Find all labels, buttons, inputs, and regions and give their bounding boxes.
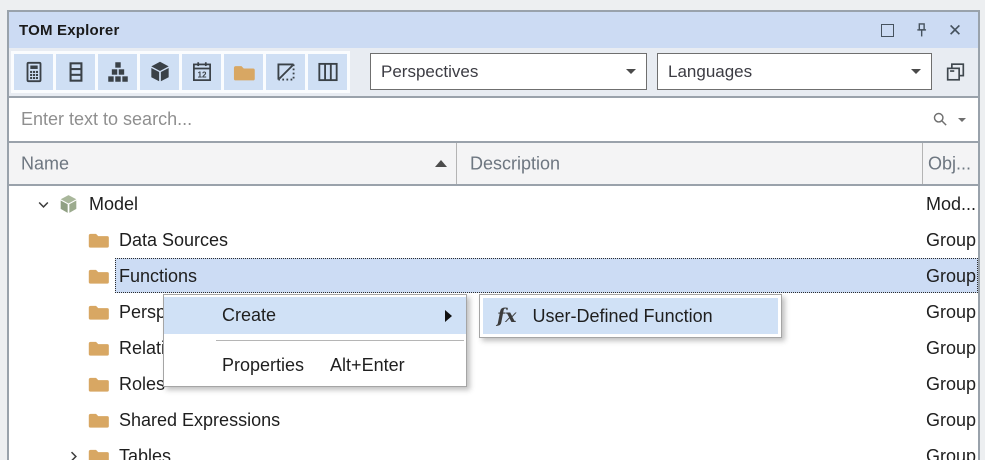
column-header-description[interactable]: Description bbox=[470, 153, 560, 174]
tree-row-shared-expressions[interactable]: Shared Expressions Group bbox=[9, 402, 978, 438]
column-resize-handle[interactable] bbox=[456, 143, 457, 184]
table-rows-icon bbox=[63, 59, 89, 85]
folder-icon bbox=[85, 263, 111, 289]
svg-text:12: 12 bbox=[197, 71, 207, 80]
menu-item-shortcut: Alt+Enter bbox=[330, 355, 405, 376]
toggle-perspectives-button[interactable] bbox=[266, 54, 305, 90]
column-resize-handle[interactable] bbox=[922, 143, 923, 184]
tree-row-label: Data Sources bbox=[119, 230, 228, 251]
column-header-name[interactable]: Name bbox=[21, 153, 69, 174]
tree-row-tables[interactable]: Tables Group bbox=[9, 438, 978, 460]
toggle-columns-list-button[interactable] bbox=[56, 54, 95, 90]
folder-icon bbox=[85, 407, 111, 433]
folder-icon bbox=[230, 59, 257, 86]
fx-icon: fx bbox=[497, 305, 517, 327]
window-title: TOM Explorer bbox=[19, 22, 119, 39]
toggle-kpis-button[interactable] bbox=[140, 54, 179, 90]
object-type-cell: Group bbox=[926, 446, 976, 460]
hierarchy-icon bbox=[105, 59, 131, 85]
object-type-cell: Group bbox=[926, 230, 976, 251]
tree-row-label: Functions bbox=[119, 266, 197, 287]
search-actions[interactable] bbox=[930, 109, 978, 131]
tree-row-label: Tables bbox=[119, 446, 171, 460]
context-menu: Create Properties Alt+Enter bbox=[163, 294, 467, 387]
tree-row-label: Model bbox=[89, 194, 138, 215]
search-input[interactable] bbox=[9, 109, 930, 130]
folder-icon bbox=[85, 371, 111, 397]
toolbar-toggle-group: 12 bbox=[11, 51, 350, 93]
maximize-button[interactable] bbox=[874, 18, 900, 42]
languages-combo[interactable]: Languages bbox=[657, 53, 932, 90]
pin-button[interactable] bbox=[908, 18, 934, 42]
perspectives-combo-value: Perspectives bbox=[381, 62, 478, 82]
calculator-icon bbox=[21, 59, 47, 85]
object-type-cell: Group bbox=[926, 302, 976, 323]
model-cube-icon bbox=[55, 192, 81, 217]
toolbar: 12 Perspectives Languages bbox=[9, 48, 978, 96]
object-type-cell: Group bbox=[926, 266, 976, 287]
object-type-cell: Mod... bbox=[926, 194, 976, 215]
menu-separator bbox=[216, 340, 464, 341]
tom-explorer-screen: TOM Explorer ✕ bbox=[0, 0, 985, 460]
tree-row-roles[interactable]: Roles Group bbox=[9, 366, 978, 402]
tree-row-label: Roles bbox=[119, 374, 165, 395]
pin-icon bbox=[911, 20, 932, 41]
folder-icon bbox=[85, 299, 111, 325]
menu-item-create[interactable]: Create bbox=[164, 297, 466, 334]
create-submenu: fx User-Defined Function bbox=[479, 294, 782, 338]
tree-row-functions[interactable]: Functions Group bbox=[9, 258, 978, 294]
close-icon: ✕ bbox=[948, 22, 962, 39]
tree-row-label: Shared Expressions bbox=[119, 410, 280, 431]
languages-combo-value: Languages bbox=[668, 62, 752, 82]
collapse-all-icon bbox=[943, 60, 968, 85]
diagonal-crop-icon bbox=[273, 59, 299, 85]
menu-item-label: Properties bbox=[222, 355, 304, 376]
search-options-chevron-icon bbox=[958, 118, 966, 122]
object-type-cell: Group bbox=[926, 374, 976, 395]
menu-item-properties[interactable]: Properties Alt+Enter bbox=[164, 347, 466, 384]
menu-item-label: User-Defined Function bbox=[533, 306, 713, 327]
submenu-arrow-icon bbox=[445, 310, 452, 322]
maximize-icon bbox=[881, 24, 894, 37]
calendar-icon: 12 bbox=[189, 59, 215, 85]
toggle-partitions-button[interactable] bbox=[308, 54, 347, 90]
chevron-right-icon[interactable] bbox=[61, 447, 85, 460]
selection-highlight bbox=[115, 258, 978, 293]
chevron-down-icon bbox=[626, 69, 636, 74]
perspectives-combo[interactable]: Perspectives bbox=[370, 53, 647, 90]
object-type-cell: Group bbox=[926, 410, 976, 431]
columns-icon bbox=[315, 59, 341, 85]
object-type-cell: Group bbox=[926, 338, 976, 359]
toggle-measures-button[interactable] bbox=[14, 54, 53, 90]
folder-icon bbox=[85, 443, 111, 460]
collapse-all-button[interactable] bbox=[938, 56, 972, 88]
tom-explorer-window: TOM Explorer ✕ bbox=[7, 10, 980, 460]
sort-ascending-icon bbox=[435, 160, 447, 167]
search-bar bbox=[9, 96, 978, 141]
toggle-hierarchies-button[interactable] bbox=[98, 54, 137, 90]
toggle-display-folders-button[interactable] bbox=[224, 54, 263, 90]
close-button[interactable]: ✕ bbox=[942, 18, 968, 42]
folder-icon bbox=[85, 227, 111, 253]
search-icon bbox=[930, 109, 952, 131]
tree-row-model[interactable]: Model Mod... bbox=[9, 186, 978, 222]
chevron-down-icon bbox=[911, 69, 921, 74]
folder-icon bbox=[85, 335, 111, 361]
title-bar[interactable]: TOM Explorer ✕ bbox=[9, 12, 978, 48]
menu-item-user-defined-function[interactable]: fx User-Defined Function bbox=[483, 298, 778, 334]
package-icon bbox=[147, 59, 173, 85]
tree-row-data-sources[interactable]: Data Sources Group bbox=[9, 222, 978, 258]
toggle-calendar-button[interactable]: 12 bbox=[182, 54, 221, 90]
chevron-down-icon[interactable] bbox=[31, 195, 55, 214]
menu-item-label: Create bbox=[222, 305, 276, 326]
grid-header: Name Description Obj... bbox=[9, 141, 978, 186]
column-header-object-type[interactable]: Obj... bbox=[928, 153, 971, 174]
